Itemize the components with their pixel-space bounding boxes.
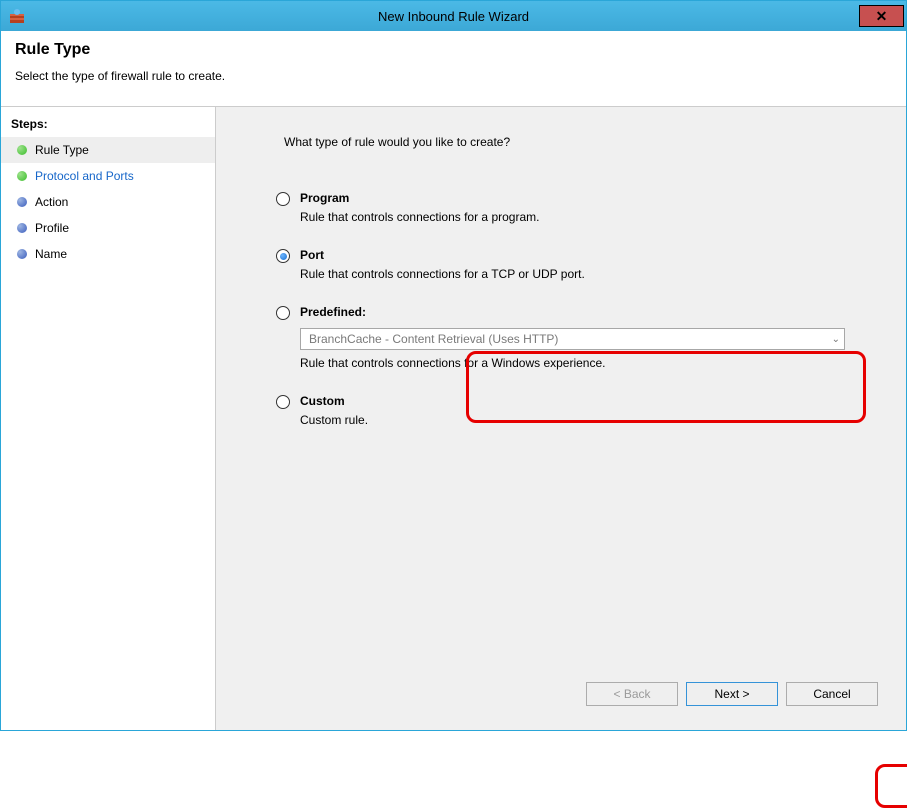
option-predefined: Predefined: BranchCache - Content Retrie… <box>276 305 878 370</box>
option-custom-desc: Custom rule. <box>300 413 878 427</box>
option-port: Port Rule that controls connections for … <box>276 248 878 281</box>
step-profile[interactable]: Profile <box>1 215 215 241</box>
body: Steps: Rule Type Protocol and Ports Acti… <box>1 106 906 730</box>
page-subtitle: Select the type of firewall rule to crea… <box>15 69 892 83</box>
step-label: Protocol and Ports <box>35 169 134 183</box>
step-label: Rule Type <box>35 143 89 157</box>
prompt-text: What type of rule would you like to crea… <box>284 135 878 149</box>
bullet-icon <box>17 171 27 181</box>
bullet-icon <box>17 145 27 155</box>
option-program-desc: Rule that controls connections for a pro… <box>300 210 878 224</box>
bullet-icon <box>17 223 27 233</box>
content-panel: What type of rule would you like to crea… <box>216 107 906 730</box>
step-name[interactable]: Name <box>1 241 215 267</box>
page-title: Rule Type <box>15 41 892 59</box>
window-title: New Inbound Rule Wizard <box>378 9 529 24</box>
radio-predefined[interactable] <box>276 306 290 320</box>
firewall-icon <box>7 6 27 26</box>
close-icon: ✕ <box>876 8 888 25</box>
header: Rule Type Select the type of firewall ru… <box>1 31 906 106</box>
step-action[interactable]: Action <box>1 189 215 215</box>
option-program-label: Program <box>300 191 349 205</box>
predefined-dropdown[interactable]: BranchCache - Content Retrieval (Uses HT… <box>300 328 845 350</box>
titlebar: New Inbound Rule Wizard ✕ <box>1 1 906 31</box>
option-predefined-desc: Rule that controls connections for a Win… <box>300 356 878 370</box>
step-label: Profile <box>35 221 69 235</box>
wizard-window: New Inbound Rule Wizard ✕ Rule Type Sele… <box>0 0 907 731</box>
option-program: Program Rule that controls connections f… <box>276 191 878 224</box>
option-port-desc: Rule that controls connections for a TCP… <box>300 267 878 281</box>
option-custom-label: Custom <box>300 394 345 408</box>
sidebar: Steps: Rule Type Protocol and Ports Acti… <box>1 107 216 730</box>
option-predefined-label: Predefined: <box>300 305 366 319</box>
step-label: Action <box>35 195 68 209</box>
bullet-icon <box>17 249 27 259</box>
option-custom: Custom Custom rule. <box>276 394 878 427</box>
option-port-label: Port <box>300 248 324 262</box>
next-button[interactable]: Next > <box>686 682 778 706</box>
dropdown-value: BranchCache - Content Retrieval (Uses HT… <box>309 332 558 346</box>
bullet-icon <box>17 197 27 207</box>
button-row: < Back Next > Cancel <box>586 682 878 706</box>
chevron-down-icon: ⌄ <box>832 334 840 345</box>
step-rule-type[interactable]: Rule Type <box>1 137 215 163</box>
annotation-highlight-next <box>875 764 907 808</box>
cancel-button[interactable]: Cancel <box>786 682 878 706</box>
step-protocol-ports[interactable]: Protocol and Ports <box>1 163 215 189</box>
radio-custom[interactable] <box>276 395 290 409</box>
radio-program[interactable] <box>276 192 290 206</box>
radio-port[interactable] <box>276 249 290 263</box>
back-button[interactable]: < Back <box>586 682 678 706</box>
steps-heading: Steps: <box>1 113 215 137</box>
step-label: Name <box>35 247 67 261</box>
close-button[interactable]: ✕ <box>859 5 904 27</box>
